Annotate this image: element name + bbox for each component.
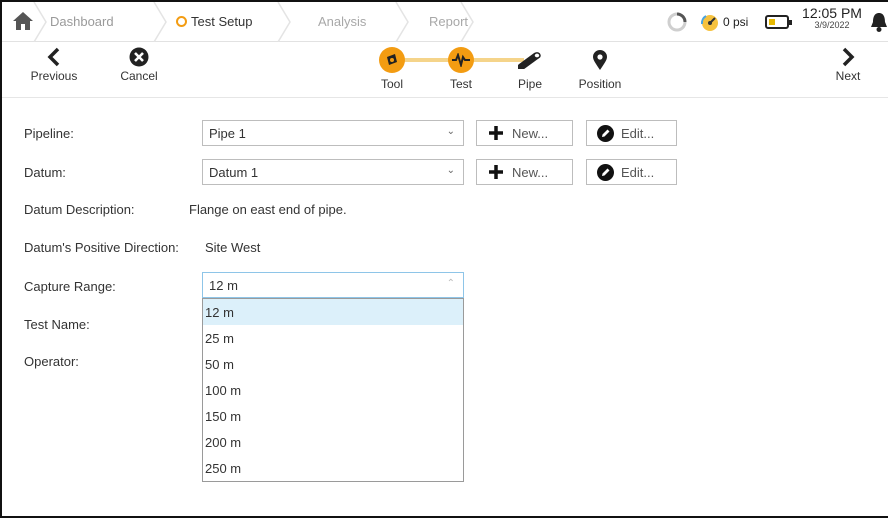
datum-value: Datum 1 <box>209 165 259 180</box>
capture-range-option[interactable]: 100 m <box>203 377 463 403</box>
cancel-label: Cancel <box>120 69 158 83</box>
capture-range-option[interactable]: 250 m <box>203 455 463 481</box>
step-position[interactable]: Position <box>573 47 627 91</box>
edit-pipeline-label: Edit... <box>621 125 655 141</box>
previous-label: Previous <box>30 69 78 83</box>
datum-direction-label: Datum's Positive Direction: <box>24 240 179 255</box>
pencil-icon <box>597 163 614 181</box>
pipeline-label: Pipeline: <box>24 126 74 141</box>
capture-range-value: 12 m <box>209 278 238 293</box>
pipeline-value: Pipe 1 <box>209 126 246 141</box>
pressure-gauge-icon <box>700 15 718 31</box>
breadcrumb-separator-icon <box>395 2 409 42</box>
capture-range-option[interactable]: 150 m <box>203 403 463 429</box>
home-icon[interactable] <box>12 11 34 31</box>
breadcrumb-separator-icon <box>460 2 474 42</box>
breadcrumb-dashboard[interactable]: Dashboard <box>50 14 114 29</box>
breadcrumb-separator-icon <box>33 2 47 42</box>
capture-range-option[interactable]: 200 m <box>203 429 463 455</box>
new-pipeline-button[interactable]: New... <box>476 120 573 146</box>
datum-select[interactable]: Datum 1 ⌄ <box>202 159 464 185</box>
chevron-down-icon: ⌄ <box>446 126 455 137</box>
chevron-up-icon: ⌃ <box>446 278 455 289</box>
plus-icon <box>489 165 503 179</box>
breadcrumb-test-setup-label: Test Setup <box>191 14 253 29</box>
capture-range-select[interactable]: 12 m ⌃ <box>202 272 464 298</box>
new-datum-label: New... <box>512 164 549 180</box>
spinner-icon <box>667 12 687 32</box>
battery-level <box>769 19 775 25</box>
chevron-right-icon <box>842 47 855 67</box>
breadcrumb-separator-icon <box>277 2 291 42</box>
capture-range-option[interactable]: 50 m <box>203 351 463 377</box>
edit-pipeline-button[interactable]: Edit... <box>586 120 677 146</box>
clock-time: 12:05 PM <box>802 5 862 21</box>
wizard-toolbar: Previous Cancel Tool Test Pipe Position <box>2 43 888 98</box>
chevron-down-icon: ⌄ <box>446 165 455 176</box>
tool-icon <box>379 47 405 73</box>
new-pipeline-label: New... <box>512 125 549 141</box>
waveform-icon <box>448 47 474 73</box>
pipeline-select[interactable]: Pipe 1 ⌄ <box>202 120 464 146</box>
step-pipe[interactable]: Pipe <box>512 47 548 91</box>
pencil-icon <box>597 124 614 142</box>
step-tool[interactable]: Tool <box>374 47 410 91</box>
previous-button[interactable]: Previous <box>24 47 84 83</box>
capture-range-option[interactable]: 25 m <box>203 325 463 351</box>
chevron-left-icon <box>47 47 60 67</box>
breadcrumb-separator-icon <box>153 2 167 42</box>
clock: 12:05 PM 3/9/2022 <box>799 5 865 30</box>
datum-label: Datum: <box>24 165 66 180</box>
new-datum-button[interactable]: New... <box>476 159 573 185</box>
edit-datum-button[interactable]: Edit... <box>586 159 677 185</box>
operator-label: Operator: <box>24 354 79 369</box>
next-button[interactable]: Next <box>828 47 868 83</box>
edit-datum-label: Edit... <box>621 164 655 180</box>
breadcrumb-test-setup[interactable]: Test Setup <box>176 14 252 29</box>
datum-direction-value: Site West <box>205 240 261 255</box>
active-step-icon <box>176 16 187 27</box>
step-tool-label: Tool <box>380 77 403 91</box>
bell-icon[interactable] <box>869 11 888 33</box>
test-name-label: Test Name: <box>24 317 90 332</box>
close-circle-icon <box>129 47 149 67</box>
clock-date: 3/9/2022 <box>814 20 850 30</box>
step-position-label: Position <box>578 77 622 91</box>
cancel-button[interactable]: Cancel <box>114 47 164 83</box>
step-test-label: Test <box>449 77 472 91</box>
next-label: Next <box>835 69 861 83</box>
breadcrumb: Dashboard Test Setup Analysis Report 0 p… <box>2 2 888 42</box>
breadcrumb-analysis[interactable]: Analysis <box>318 14 366 29</box>
pressure-reading: 0 psi <box>723 15 749 29</box>
step-pipe-label: Pipe <box>517 77 543 91</box>
datum-description-value: Flange on east end of pipe. <box>189 202 347 217</box>
datum-description-label: Datum Description: <box>24 202 135 217</box>
capture-range-label: Capture Range: <box>24 279 116 294</box>
step-test[interactable]: Test <box>443 47 479 91</box>
pipe-icon <box>517 47 543 73</box>
capture-range-option[interactable]: 12 m <box>203 299 463 325</box>
plus-icon <box>489 126 503 140</box>
location-pin-icon <box>587 47 613 73</box>
capture-range-dropdown: 12 m 25 m 50 m 100 m 150 m 200 m 250 m <box>202 298 464 482</box>
battery-icon <box>765 15 792 29</box>
